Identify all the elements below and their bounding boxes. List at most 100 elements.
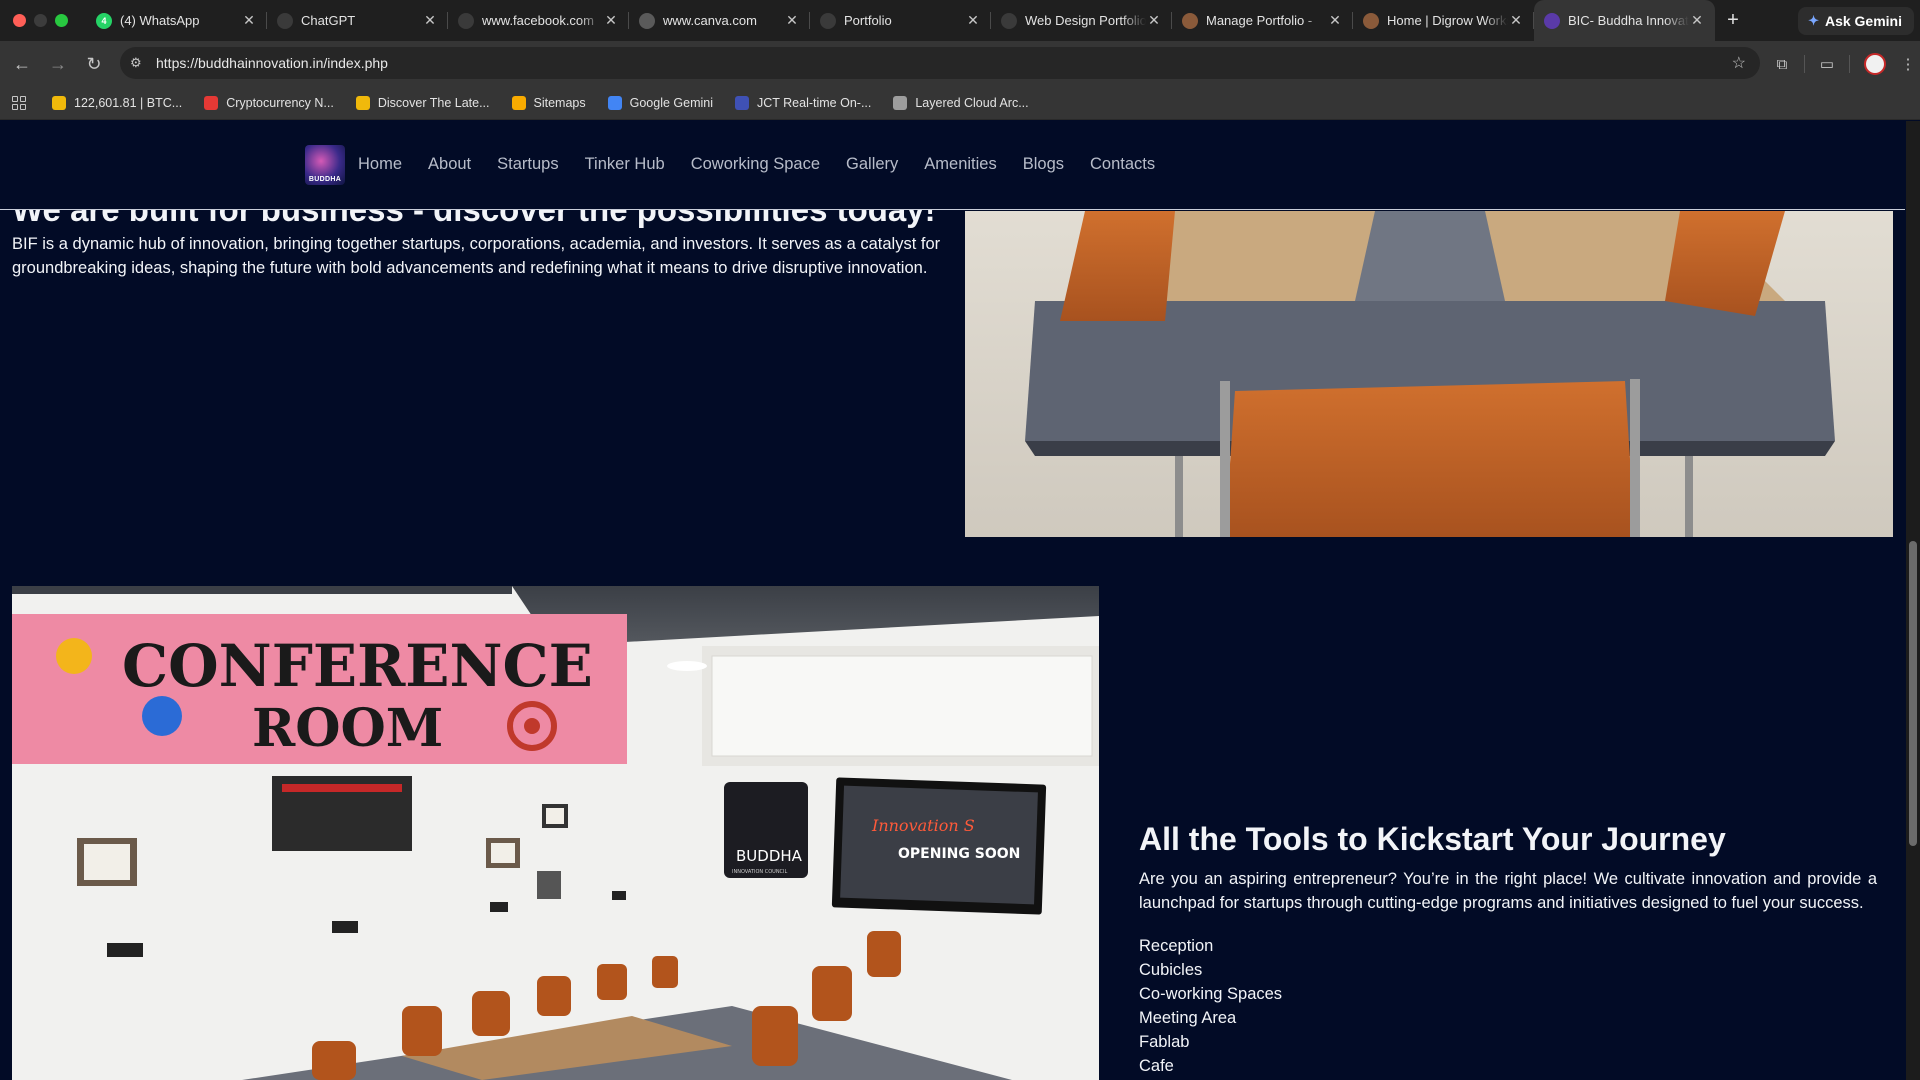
nav-link-home[interactable]: Home bbox=[358, 155, 402, 174]
browser-tab[interactable]: Web Design Portfolio ✕ bbox=[991, 0, 1172, 41]
canva-icon bbox=[639, 12, 655, 29]
toolbar-divider bbox=[1849, 55, 1850, 73]
news-icon bbox=[204, 96, 219, 110]
tab-search-icon[interactable]: ▭ bbox=[1809, 55, 1845, 73]
tab-title: (4) WhatsApp bbox=[120, 13, 200, 28]
bookmark-label: Discover The Late... bbox=[377, 96, 490, 110]
apps-grid-icon[interactable] bbox=[12, 96, 26, 110]
close-tab-icon[interactable]: ✕ bbox=[965, 12, 981, 29]
browser-toolbar: ← → ↻ ⚙ https://buddhainnovation.in/inde… bbox=[0, 41, 1920, 87]
forward-arrow-icon[interactable]: → bbox=[40, 54, 76, 75]
browser-tab[interactable]: www.canva.com ✕ bbox=[629, 0, 810, 41]
tab-title: www.facebook.com bbox=[482, 13, 594, 28]
browser-tab-bar: 4 (4) WhatsApp ✕ ChatGPT ✕ www.facebook.com ✕ w… bbox=[0, 0, 1920, 41]
bookmark-item[interactable]: 122,601.81 | BTC... bbox=[52, 96, 182, 110]
kebab-menu-icon[interactable]: ⋮ bbox=[1896, 55, 1920, 73]
tv-text-2: OPENING SOON bbox=[898, 846, 1020, 862]
window-controls bbox=[0, 14, 86, 27]
bookmark-item[interactable]: JCT Real-time On-... bbox=[734, 96, 871, 110]
tools-list-item: Reception bbox=[1139, 937, 1214, 955]
meta-icon bbox=[458, 12, 474, 29]
close-tab-icon[interactable]: ✕ bbox=[1689, 12, 1705, 29]
close-tab-icon[interactable]: ✕ bbox=[603, 12, 619, 29]
tab-title: Manage Portfolio - bbox=[1206, 13, 1313, 28]
nav-link-tinker-hub[interactable]: Tinker Hub bbox=[585, 155, 665, 174]
extensions-icon[interactable]: ⧉ bbox=[1764, 56, 1800, 73]
page-scrollbar[interactable] bbox=[1906, 121, 1920, 1080]
browser-tab[interactable]: www.facebook.com ✕ bbox=[448, 0, 629, 41]
bookmark-label: Layered Cloud Arc... bbox=[915, 96, 1029, 110]
browser-tab[interactable]: BIC- Buddha Innovation✕ bbox=[1534, 0, 1715, 41]
profile-avatar[interactable] bbox=[1864, 53, 1886, 75]
tab-title: Web Design Portfolio bbox=[1025, 13, 1146, 28]
browser-tab[interactable]: 4 (4) WhatsApp ✕ bbox=[86, 0, 267, 41]
page-viewport: We are built for business - discover the… bbox=[0, 121, 1920, 1080]
nav-link-startups[interactable]: Startups bbox=[497, 155, 558, 174]
nav-link-coworking-space[interactable]: Coworking Space bbox=[691, 155, 820, 174]
browser-tab[interactable]: Home | Digrow Works ✕ bbox=[1353, 0, 1534, 41]
browser-tab[interactable]: Manage Portfolio - ✕ bbox=[1172, 0, 1353, 41]
portfolio-icon bbox=[1001, 12, 1017, 29]
tools-description: Are you an aspiring entrepreneur? You’re… bbox=[1139, 870, 1877, 912]
new-tab-button[interactable]: + bbox=[1715, 9, 1751, 32]
tab-title: ChatGPT bbox=[301, 13, 356, 28]
conference-room-photo: CONFERENCE ROOM BUDDHA INNOVATION COUNCI… bbox=[12, 586, 1099, 1080]
gemini-icon: ✦ bbox=[1808, 13, 1819, 28]
reload-icon[interactable]: ↻ bbox=[76, 54, 112, 75]
buddha-icon bbox=[1544, 12, 1560, 29]
nav-link-gallery[interactable]: Gallery bbox=[846, 155, 898, 174]
close-tab-icon[interactable]: ✕ bbox=[784, 12, 800, 29]
close-tab-icon[interactable]: ✕ bbox=[1146, 12, 1162, 29]
buddha-logo[interactable]: BUDDHA bbox=[305, 145, 345, 185]
bookmark-item[interactable]: Cryptocurrency N... bbox=[204, 96, 334, 110]
back-arrow-icon[interactable]: ← bbox=[4, 54, 40, 75]
gemini-icon bbox=[607, 96, 622, 110]
whatsapp-icon: 4 bbox=[96, 12, 112, 29]
scrollbar-thumb[interactable] bbox=[1909, 541, 1917, 846]
bookmark-label: 122,601.81 | BTC... bbox=[74, 96, 183, 110]
site-info-icon[interactable]: ⚙ bbox=[130, 55, 150, 71]
tab-title: BIC- Buddha Innovation bbox=[1568, 13, 1689, 28]
tools-list-item: Fablab bbox=[1139, 1033, 1190, 1051]
close-tab-icon[interactable]: ✕ bbox=[422, 12, 438, 29]
maximize-window-button[interactable] bbox=[55, 14, 68, 27]
bookmark-label: Google Gemini bbox=[629, 96, 713, 110]
nav-link-amenities[interactable]: Amenities bbox=[924, 155, 996, 174]
minimize-window-button[interactable] bbox=[34, 14, 47, 27]
tools-list: Reception Cubicles Co-working Spaces Meetin… bbox=[1139, 934, 1282, 1078]
nav-link-about[interactable]: About bbox=[428, 155, 471, 174]
toolbar-actions: ⧉ ▭ ⋮ bbox=[1764, 41, 1920, 87]
tools-list-item: Meeting Area bbox=[1139, 1009, 1237, 1027]
browser-tab[interactable]: ChatGPT ✕ bbox=[267, 0, 448, 41]
tools-heading: All the Tools to Kickstart Your Journey bbox=[1139, 821, 1726, 857]
toolbar-divider bbox=[1804, 55, 1805, 73]
bookmark-item[interactable]: Google Gemini bbox=[607, 96, 713, 110]
cloud-icon bbox=[893, 96, 908, 110]
close-tab-icon[interactable]: ✕ bbox=[241, 12, 257, 29]
url-text[interactable]: https://buddhainnovation.in/index.php bbox=[156, 55, 388, 71]
tools-list-item: Cubicles bbox=[1139, 961, 1203, 979]
analytics-icon bbox=[511, 96, 526, 110]
profile-icon bbox=[1363, 12, 1379, 29]
close-tab-icon[interactable]: ✕ bbox=[1508, 12, 1524, 29]
conference-room-illustration: CONFERENCE ROOM BUDDHA INNOVATION COUNCI… bbox=[12, 586, 1099, 1080]
meeting-table-photo bbox=[965, 211, 1893, 537]
ask-gemini-button[interactable]: ✦ Ask Gemini bbox=[1798, 7, 1914, 35]
tab-title: Portfolio bbox=[844, 13, 892, 28]
close-window-button[interactable] bbox=[13, 14, 26, 27]
bookmark-item[interactable]: Sitemaps bbox=[511, 96, 586, 110]
tv-text-1: Innovation S bbox=[871, 816, 975, 835]
bookmark-item[interactable]: Discover The Late... bbox=[355, 96, 490, 110]
browser-tab[interactable]: Portfolio ✕ bbox=[810, 0, 991, 41]
chatgpt-icon bbox=[277, 12, 293, 29]
nav-link-contacts[interactable]: Contacts bbox=[1090, 155, 1155, 174]
bookmark-star-icon[interactable]: ☆ bbox=[1732, 53, 1746, 73]
nav-link-blogs[interactable]: Blogs bbox=[1023, 155, 1064, 174]
bookmark-label: Sitemaps bbox=[533, 96, 586, 110]
bookmark-item[interactable]: Layered Cloud Arc... bbox=[893, 96, 1029, 110]
tab-strip: 4 (4) WhatsApp ✕ ChatGPT ✕ www.facebook.com ✕ w… bbox=[86, 0, 1715, 41]
address-bar[interactable]: ⚙ https://buddhainnovation.in/index.php … bbox=[120, 47, 1760, 79]
poster-logo-text: BUDDHA bbox=[736, 847, 803, 865]
close-tab-icon[interactable]: ✕ bbox=[1327, 12, 1343, 29]
sign-line-1: CONFERENCE bbox=[122, 632, 593, 700]
